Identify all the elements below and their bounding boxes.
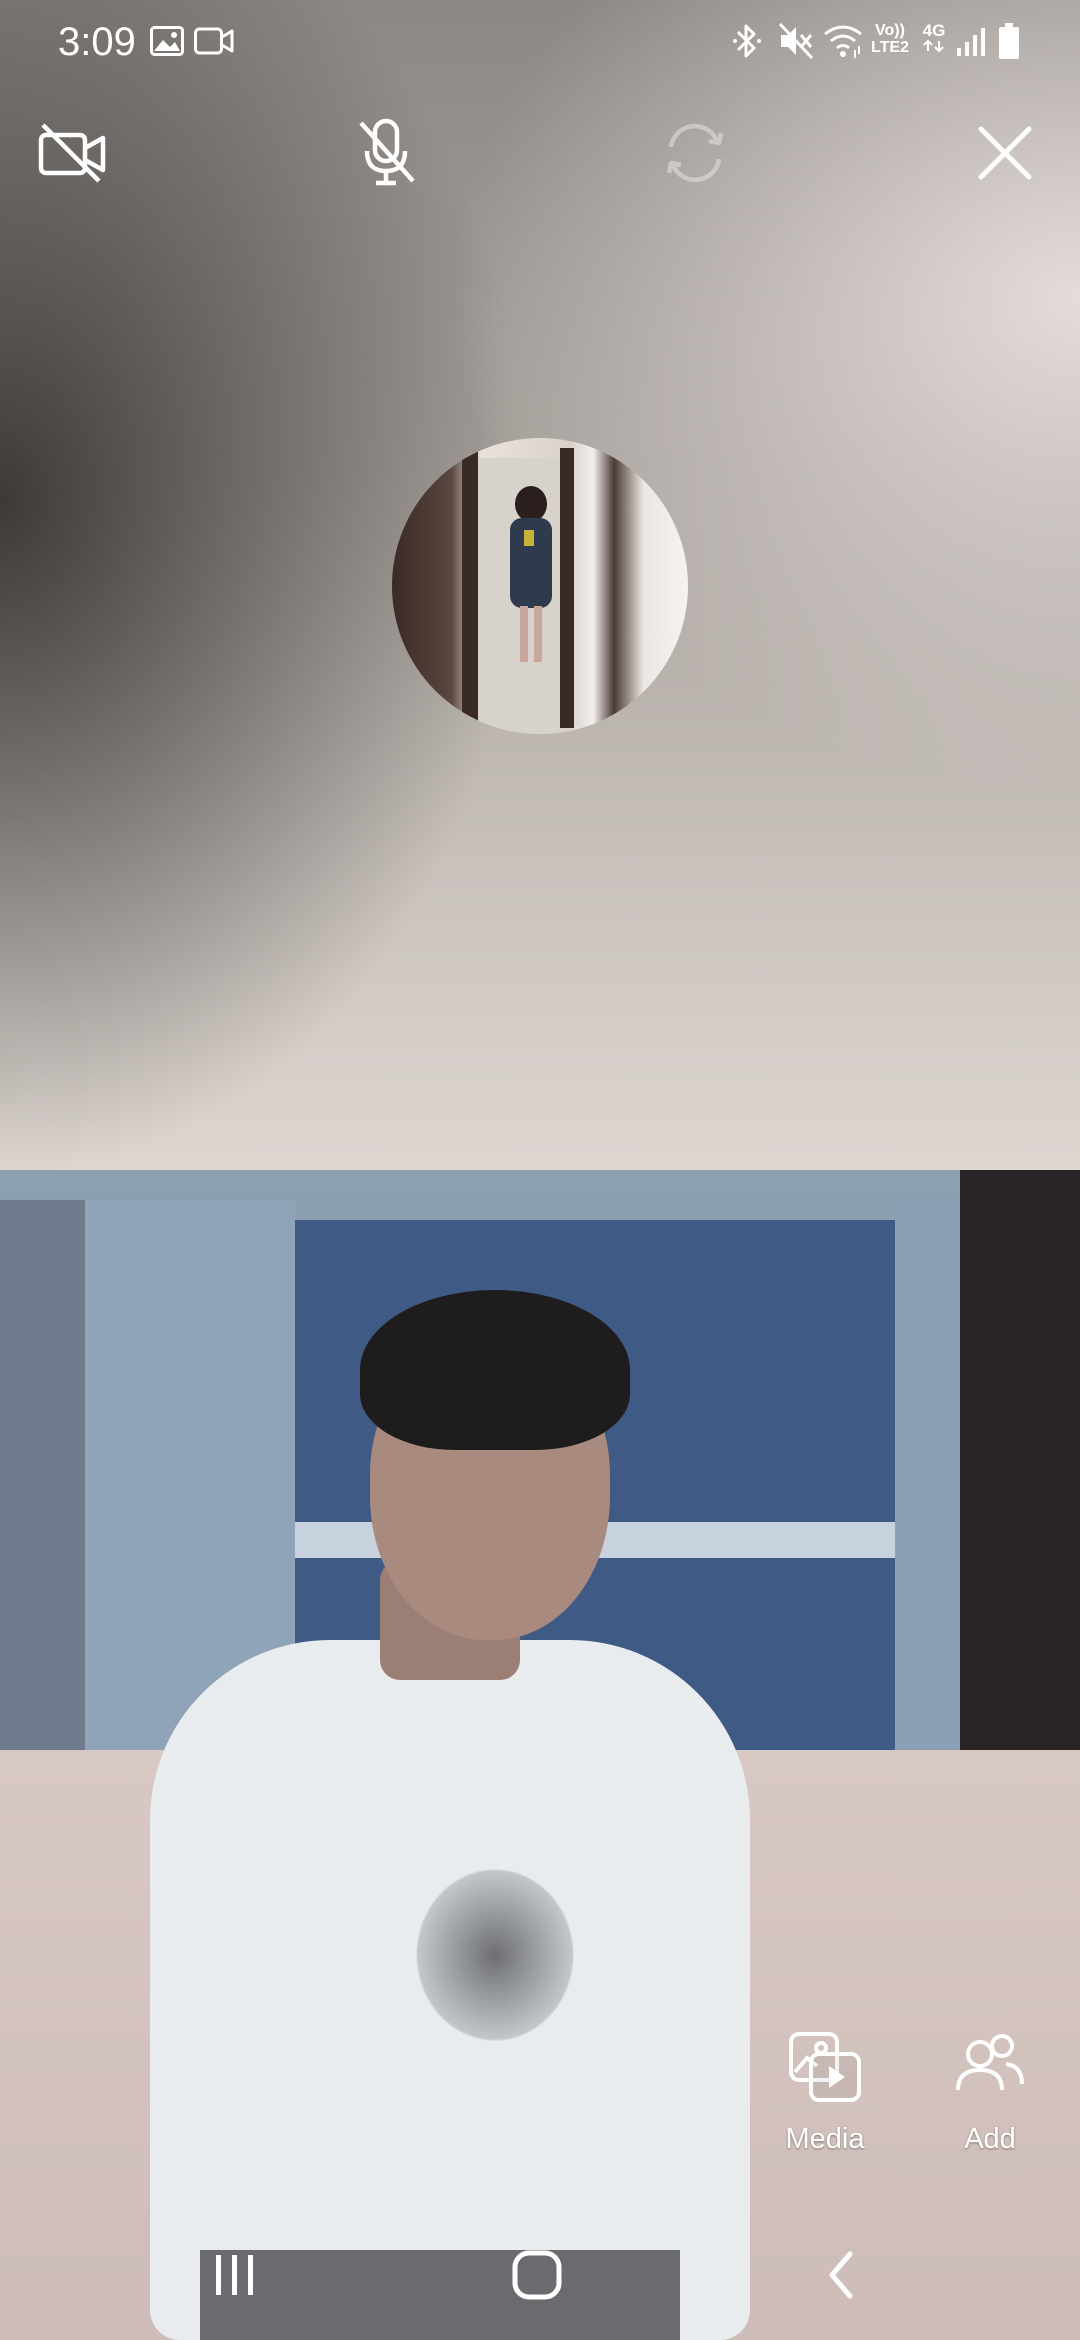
person-hair [360, 1290, 630, 1450]
signal-icon [956, 26, 986, 63]
end-call-button[interactable] [960, 110, 1050, 200]
wifi-icon [822, 22, 864, 65]
status-bar: 3:09 Vo)) LTE2 4G [0, 0, 1080, 84]
volte-label-bottom: LTE2 [871, 39, 909, 56]
status-time: 3:09 [58, 20, 136, 64]
add-label: Add [964, 2123, 1016, 2155]
home-button[interactable] [492, 2232, 582, 2322]
battery-icon [998, 22, 1020, 65]
bluetooth-icon [732, 22, 762, 65]
media-icon [787, 2032, 863, 2108]
switch-camera-button[interactable] [650, 110, 740, 200]
add-people-icon [952, 2034, 1028, 2108]
back-icon [826, 2250, 856, 2305]
mute-mic-button[interactable] [342, 110, 432, 200]
close-icon [975, 123, 1035, 188]
self-video-preview: Media Add [0, 1170, 1080, 2340]
mute-icon [778, 22, 814, 65]
recent-apps-button[interactable] [190, 2232, 280, 2322]
network-label: 4G [922, 21, 946, 40]
remote-participant-area: 3:09 Vo)) LTE2 4G [0, 0, 1080, 1170]
camera-switch-icon [659, 117, 731, 194]
home-icon [512, 2250, 562, 2305]
navigation-bar [0, 2220, 1080, 2340]
recent-apps-icon [213, 2252, 257, 2303]
volte-icon: Vo)) LTE2 [866, 22, 914, 56]
mic-off-icon [355, 117, 419, 194]
video-off-icon [37, 121, 109, 190]
add-participant-button[interactable]: Add [930, 2030, 1050, 2156]
video-off-button[interactable] [28, 110, 118, 200]
4g-icon: 4G [918, 22, 950, 57]
back-button[interactable] [796, 2232, 886, 2322]
shirt-print [380, 1830, 610, 2080]
video-icon [194, 26, 234, 61]
call-controls [0, 110, 1080, 210]
media-label: Media [785, 2123, 865, 2155]
volte-label-top: Vo)) [875, 22, 905, 39]
media-button[interactable]: Media [765, 2030, 885, 2156]
image-icon [150, 26, 184, 61]
caller-avatar [392, 438, 688, 734]
